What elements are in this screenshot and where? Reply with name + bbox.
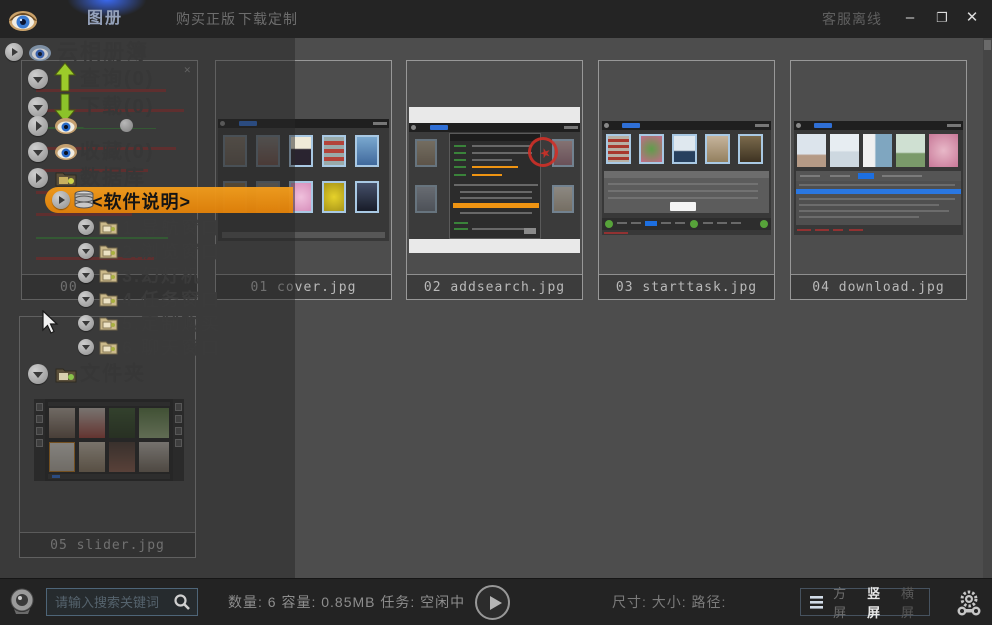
collapse-arrow-icon[interactable] <box>78 315 94 331</box>
tree-item-label: 查询(0) <box>80 67 154 91</box>
list-view-icon[interactable] <box>809 595 823 609</box>
vertical-scrollbar[interactable] <box>983 38 992 578</box>
photo-folder-icon <box>99 339 118 355</box>
view-portrait-button-active[interactable]: 竖屏 <box>861 583 895 621</box>
collapse-arrow-icon[interactable] <box>78 267 94 283</box>
thumbnail-image-03 <box>602 121 771 235</box>
minimize-button[interactable]: – <box>896 0 924 38</box>
customer-service-status[interactable]: 客服离线 <box>822 0 882 38</box>
folder-icon <box>55 169 77 187</box>
close-button[interactable]: ✕ <box>958 0 986 38</box>
collapse-arrow-icon[interactable] <box>78 243 94 259</box>
eye-icon <box>54 143 78 161</box>
maximize-button[interactable]: ❐ <box>928 0 956 38</box>
tree-item-label: 下载(0) <box>80 95 154 119</box>
tree-item-label: 文件夹 <box>80 362 146 386</box>
tree-item-label: 1.导航窗口 <box>122 217 221 239</box>
view-landscape-button[interactable]: 横屏 <box>895 583 929 621</box>
play-slideshow-button[interactable] <box>475 585 510 620</box>
tree-item-label: 5.定制购买 <box>122 313 221 335</box>
thumbnail-image-04 <box>794 121 963 235</box>
thumbnail-label: 02 addsearch.jpg <box>407 274 582 299</box>
size-path-info: 尺寸: 大小: 路径: <box>612 579 726 625</box>
eye-icon <box>54 117 78 135</box>
tree-item-label: 4.任务窗口 <box>122 289 221 311</box>
tree-item-label: <软件说明> <box>92 188 191 214</box>
thumbnail-cell-03[interactable]: 03 starttask.jpg <box>598 60 775 300</box>
arrow-up-icon <box>54 62 76 92</box>
view-mode-group: 方屏 竖屏 横屏 <box>800 588 930 616</box>
thumbnail-image-02: ★ <box>409 107 580 253</box>
search-icon[interactable] <box>173 593 191 611</box>
thumbnail-label: 03 starttask.jpg <box>599 274 774 299</box>
expand-arrow-icon[interactable] <box>52 191 70 209</box>
settings-gear-icon[interactable] <box>952 587 986 619</box>
thumbnail-label: 04 download.jpg <box>791 274 966 299</box>
view-square-button[interactable]: 方屏 <box>827 583 861 621</box>
thumbnail-cell-04[interactable]: 04 download.jpg <box>790 60 967 300</box>
menu-download-custom[interactable]: 下载定制 <box>238 0 298 38</box>
tree-item-label: 收藏(0) <box>80 140 154 164</box>
collapse-arrow-icon[interactable] <box>28 142 48 162</box>
thumbnail-cell-02[interactable]: ★ 02 addsearch.jpg <box>406 60 583 300</box>
photo-folder-icon <box>99 267 118 283</box>
search-box[interactable] <box>46 588 198 616</box>
tree-item-label: 6.聊天窗口 <box>122 337 221 359</box>
photo-folder-icon <box>99 315 118 331</box>
photo-folder-icon <box>99 219 118 235</box>
expand-arrow-icon[interactable] <box>5 43 23 61</box>
expand-arrow-icon[interactable] <box>28 168 48 188</box>
title-bar: 图册 购买正版 下载定制 客服离线 – ❐ ✕ <box>0 0 992 38</box>
album-logo-icon <box>28 42 52 62</box>
zoom-slider-thumb[interactable] <box>120 119 133 132</box>
expand-arrow-icon[interactable] <box>28 116 48 136</box>
tree-item-label: 3.幻灯机 <box>122 265 201 287</box>
collapse-arrow-icon[interactable] <box>28 69 48 89</box>
search-input[interactable] <box>47 595 173 610</box>
webcam-eye-icon <box>7 587 37 617</box>
folder-icon <box>55 365 77 383</box>
collapse-arrow-icon[interactable] <box>78 219 94 235</box>
tree-item-label: 2.浏览窗口 <box>122 241 221 263</box>
play-icon <box>490 596 502 610</box>
photo-folder-icon <box>99 243 118 259</box>
menu-buy-genuine[interactable]: 购买正版 <box>176 0 236 38</box>
collapse-arrow-icon[interactable] <box>78 291 94 307</box>
app-logo-eye-icon <box>8 7 38 33</box>
photo-folder-icon <box>99 291 118 307</box>
collapse-arrow-icon[interactable] <box>28 97 48 117</box>
collection-stats: 数量: 6 容量: 0.85MB 任务: 空闲中 <box>228 579 465 625</box>
tab-album[interactable]: 图册 <box>62 0 148 38</box>
status-bar: 数量: 6 容量: 0.85MB 任务: 空闲中 尺寸: 大小: 路径: 方屏 … <box>0 578 992 625</box>
main-content-area: ✕ 00 01 cover.jpg <box>0 38 992 578</box>
collapse-arrow-icon[interactable] <box>28 364 48 384</box>
scroll-up-arrow-icon[interactable] <box>984 40 991 50</box>
tree-item-software-notes-selected[interactable]: <软件说明> <box>45 187 293 213</box>
collapse-arrow-icon[interactable] <box>78 339 94 355</box>
app-window: 图册 购买正版 下载定制 客服离线 – ❐ ✕ ✕ 00 <box>0 0 992 625</box>
